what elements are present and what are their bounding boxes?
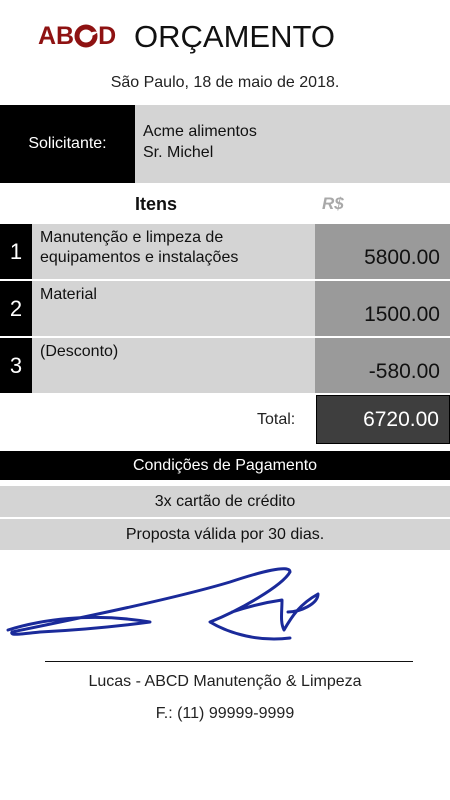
page-title: ORÇAMENTO — [134, 19, 335, 54]
item-value: 5800.00 — [315, 224, 450, 279]
signer-phone: F.: (11) 99999-9999 — [155, 705, 295, 722]
signer-name: Lucas - ABCD Manutenção & Limpeza — [88, 673, 362, 690]
requester-label: Solicitante: — [0, 105, 135, 183]
item-row: 2 Material 1500.00 — [0, 281, 450, 336]
handwritten-signature — [6, 567, 320, 641]
requester-info: Acme alimentos Sr. Michel — [135, 105, 450, 183]
item-description-line: Material — [40, 286, 97, 303]
item-number: 2 — [0, 281, 32, 336]
item-description: Manutenção e limpeza de equipamentos e i… — [32, 224, 315, 279]
requester-contact: Sr. Michel — [143, 144, 214, 161]
payment-condition: 3x cartão de crédito — [0, 486, 450, 517]
total-label: Total: — [257, 411, 296, 428]
item-number: 1 — [0, 224, 32, 279]
logo-text-right: D — [98, 22, 117, 50]
logo-text-left: AB — [38, 22, 75, 50]
proposal-validity: Proposta válida por 30 dias. — [0, 519, 450, 550]
item-description: (Desconto) — [32, 338, 315, 393]
item-value: -580.00 — [315, 338, 450, 393]
item-number: 3 — [0, 338, 32, 393]
items-heading: Itens — [135, 194, 178, 214]
item-row: 1 Manutenção e limpeza de equipamentos e… — [0, 224, 450, 279]
item-description: Material — [32, 281, 315, 336]
document-date: São Paulo, 18 de maio de 2018. — [110, 74, 340, 91]
item-description-line: Manutenção e limpeza de — [40, 229, 224, 246]
company-logo: AB D — [38, 22, 116, 50]
total-value: 6720.00 — [316, 395, 450, 444]
item-description-line: (Desconto) — [40, 343, 119, 360]
logo-swoosh-icon — [74, 24, 99, 48]
requester-company: Acme alimentos — [143, 123, 257, 140]
header: AB D ORÇAMENTO — [0, 14, 450, 60]
payment-heading: Condições de Pagamento — [0, 451, 450, 480]
item-value: 1500.00 — [315, 281, 450, 336]
item-row: 3 (Desconto) -580.00 — [0, 338, 450, 393]
currency-heading: R$ — [322, 194, 344, 213]
signature-line — [45, 661, 413, 662]
item-description-line: equipamentos e instalações — [40, 249, 239, 266]
